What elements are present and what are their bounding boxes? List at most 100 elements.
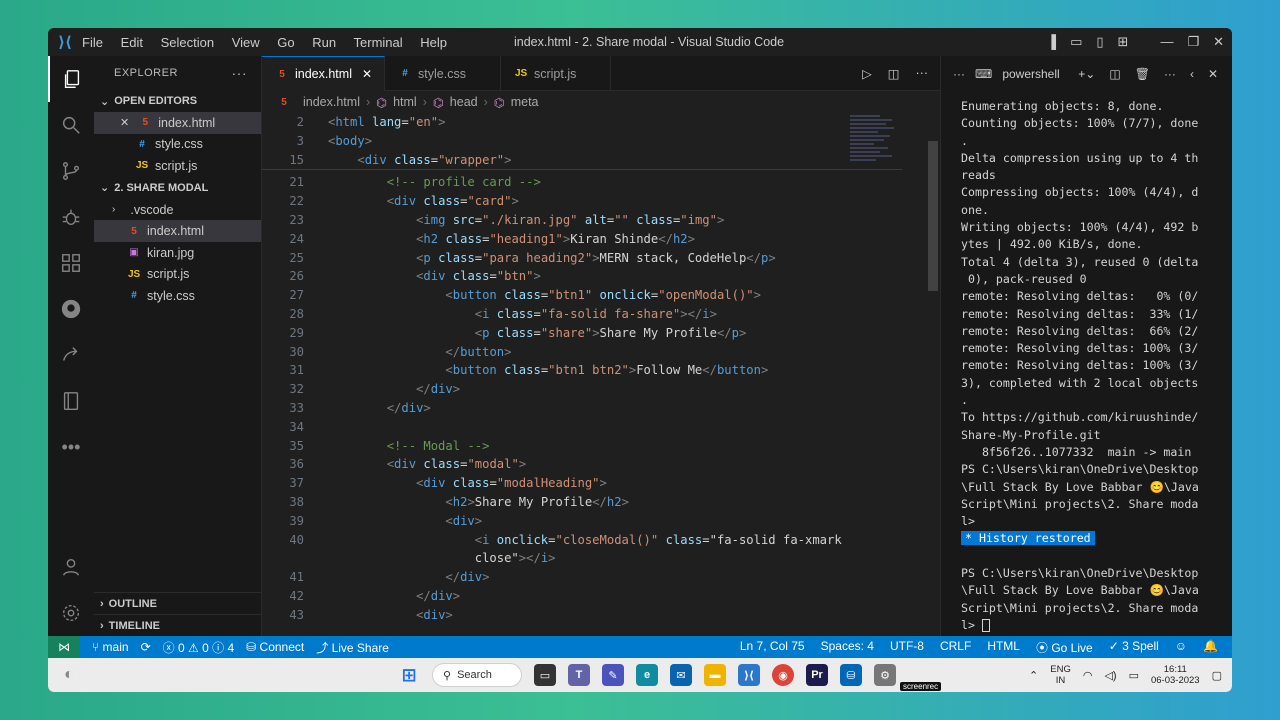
premiere-icon[interactable]: Pr <box>806 664 828 686</box>
remote-indicator-icon[interactable]: ⋈ <box>48 636 80 658</box>
settings-icon[interactable]: ⚙ <box>874 664 896 686</box>
live-share-button[interactable]: ⤴ Live Share <box>316 639 389 656</box>
indentation[interactable]: Spaces: 4 <box>821 639 874 656</box>
customize-layout-icon[interactable]: ⊞ <box>1118 34 1129 50</box>
terminal-output[interactable]: Enumerating objects: 8, done. Counting ob… <box>961 98 1221 634</box>
scrollbar-thumb[interactable] <box>928 141 938 291</box>
outline-section[interactable]: › OUTLINE <box>94 592 262 614</box>
start-windows-icon[interactable]: ⊞ <box>398 664 420 686</box>
end-of-line[interactable]: CRLF <box>940 639 971 656</box>
search-icon[interactable] <box>48 102 94 148</box>
chevron-up-icon[interactable]: ⌃ <box>1029 669 1038 682</box>
spell-checker[interactable]: ✓ 3 Spell <box>1109 639 1159 656</box>
pen-app-icon[interactable]: ✎ <box>602 664 624 686</box>
settings-gear-icon[interactable] <box>48 590 94 636</box>
sync-icon[interactable]: ⟳ <box>141 640 151 654</box>
run-debug-icon[interactable] <box>48 194 94 240</box>
toggle-secondary-sidebar-icon[interactable]: ▯ <box>1096 34 1103 50</box>
teams-icon[interactable]: T <box>568 664 590 686</box>
open-editors-section[interactable]: ⌄ OPEN EDITORS <box>94 90 261 112</box>
menu-selection[interactable]: Selection <box>161 35 214 50</box>
menu-help[interactable]: Help <box>420 35 447 50</box>
toggle-panel-icon[interactable]: ▭ <box>1070 34 1082 50</box>
timeline-section[interactable]: › TIMELINE <box>94 614 262 636</box>
tab-index-html[interactable]: 5 index.html ✕ <box>262 56 386 91</box>
breadcrumb-item[interactable]: head <box>450 95 478 109</box>
code-line[interactable]: close"></i> <box>262 549 902 568</box>
code-line[interactable]: 30 </button> <box>262 342 902 361</box>
close-icon[interactable]: ✕ <box>1213 34 1224 50</box>
folder-section[interactable]: ⌄ 2. SHARE MODAL <box>94 177 261 199</box>
open-editor-index-html[interactable]: ✕ 5 index.html <box>94 112 261 134</box>
breadcrumb-item[interactable]: html <box>393 95 417 109</box>
code-editor[interactable]: 2 <html lang="en"> 3 <body> 15 <div class="w… <box>262 113 940 636</box>
code-line[interactable]: 27 <button class="btn1" onclick="openMod… <box>262 286 902 305</box>
file-style-css[interactable]: # style.css <box>94 285 261 307</box>
task-view-icon[interactable]: ▭ <box>534 664 556 686</box>
store-icon[interactable]: ⛁ <box>840 664 862 686</box>
split-terminal-icon[interactable]: ◫ <box>1109 67 1120 81</box>
code-line[interactable]: 24 <h2 class="heading1">Kiran Shinde</h2… <box>262 229 902 248</box>
feedback-icon[interactable]: ☺ <box>1175 639 1187 656</box>
terminal-shell-label[interactable]: powershell <box>1002 67 1059 81</box>
code-line[interactable]: 41 </div> <box>262 568 902 587</box>
menu-file[interactable]: File <box>82 35 103 50</box>
breadcrumb-item[interactable]: meta <box>511 95 539 109</box>
toggle-primary-sidebar-icon[interactable]: ▐ <box>1047 34 1056 50</box>
explorer-icon[interactable] <box>48 56 94 102</box>
close-tab-icon[interactable]: ✕ <box>362 67 372 81</box>
terminal-more-icon[interactable]: ··· <box>953 67 965 81</box>
breadcrumb-item[interactable]: index.html <box>303 95 360 109</box>
editor-scrollbar[interactable] <box>926 113 940 636</box>
code-line[interactable]: 22 <div class="card"> <box>262 192 902 211</box>
cursor-position[interactable]: Ln 7, Col 75 <box>740 639 805 656</box>
code-line[interactable]: 40 <i onclick="closeModal()" class="fa-s… <box>262 530 902 549</box>
problems-indicator[interactable]: ⓧ 0 ⚠ 0 ⓘ 4 <box>163 639 235 656</box>
clock[interactable]: 16:11 06-03-2023 <box>1151 664 1200 686</box>
code-line[interactable]: 37 <div class="modalHeading"> <box>262 474 902 493</box>
live-share-icon[interactable] <box>48 332 94 378</box>
go-live-button[interactable]: ⦿ Go Live <box>1036 639 1093 656</box>
volume-icon[interactable]: ◁) <box>1104 669 1116 682</box>
code-line[interactable]: 39 <div> <box>262 511 902 530</box>
explorer-more-icon[interactable]: ··· <box>232 65 248 81</box>
code-line[interactable]: 42 </div> <box>262 587 902 606</box>
chrome-icon[interactable]: ◉ <box>772 664 794 686</box>
terminal-options-icon[interactable]: ··· <box>1164 67 1176 81</box>
code-line[interactable]: 28 <i class="fa-solid fa-share"></i> <box>262 305 902 324</box>
code-line[interactable]: 43 <div> <box>262 605 902 624</box>
minimize-icon[interactable]: — <box>1160 34 1173 50</box>
tab-script-js[interactable]: JS script.js <box>501 56 612 91</box>
code-line[interactable]: 21 <!-- profile card --> <box>262 173 902 192</box>
kill-terminal-icon[interactable]: 🗑 <box>1135 67 1150 81</box>
code-line[interactable]: 26 <div class="btn"> <box>262 267 902 286</box>
open-editor-style-css[interactable]: # style.css <box>94 134 261 156</box>
file-script-js[interactable]: JS script.js <box>94 264 261 286</box>
code-line[interactable]: 31 <button class="btn1 btn2">Follow Me</… <box>262 361 902 380</box>
notification-icon[interactable]: ▢ <box>1212 669 1222 682</box>
file-index-html[interactable]: 5 index.html <box>94 220 261 242</box>
connect-button[interactable]: ⛁ Connect <box>246 640 304 654</box>
folder-vscode[interactable]: › .vscode <box>94 199 261 221</box>
file-explorer-icon[interactable]: ▬ <box>704 664 726 686</box>
widgets-icon[interactable]: ◐ <box>64 666 74 684</box>
source-control-icon[interactable] <box>48 148 94 194</box>
split-editor-icon[interactable]: ◫ <box>888 66 900 81</box>
extensions-icon[interactable] <box>48 240 94 286</box>
tab-style-css[interactable]: # style.css <box>385 56 501 91</box>
mail-icon[interactable]: ✉ <box>670 664 692 686</box>
minimap[interactable] <box>850 113 900 213</box>
code-line[interactable]: 25 <p class="para heading2">MERN stack, … <box>262 248 902 267</box>
close-panel-icon[interactable]: ✕ <box>1208 67 1218 81</box>
code-line[interactable]: 23 <img src="./kiran.jpg" alt="" class="… <box>262 211 902 230</box>
editor-more-icon[interactable]: ··· <box>916 66 929 80</box>
notebook-icon[interactable] <box>48 378 94 424</box>
edge-icon[interactable]: e <box>636 664 658 686</box>
code-line[interactable]: 29 <p class="share">Share My Profile</p> <box>262 323 902 342</box>
sticky-code-line[interactable]: 15 <div class="wrapper"> <box>262 151 902 170</box>
taskbar-search[interactable]: ⚲ Search <box>432 663 522 687</box>
language-indicator[interactable]: ENG IN <box>1050 664 1071 686</box>
code-line[interactable]: 32 </div> <box>262 380 902 399</box>
account-icon[interactable] <box>48 544 94 590</box>
language-mode[interactable]: HTML <box>987 639 1020 656</box>
